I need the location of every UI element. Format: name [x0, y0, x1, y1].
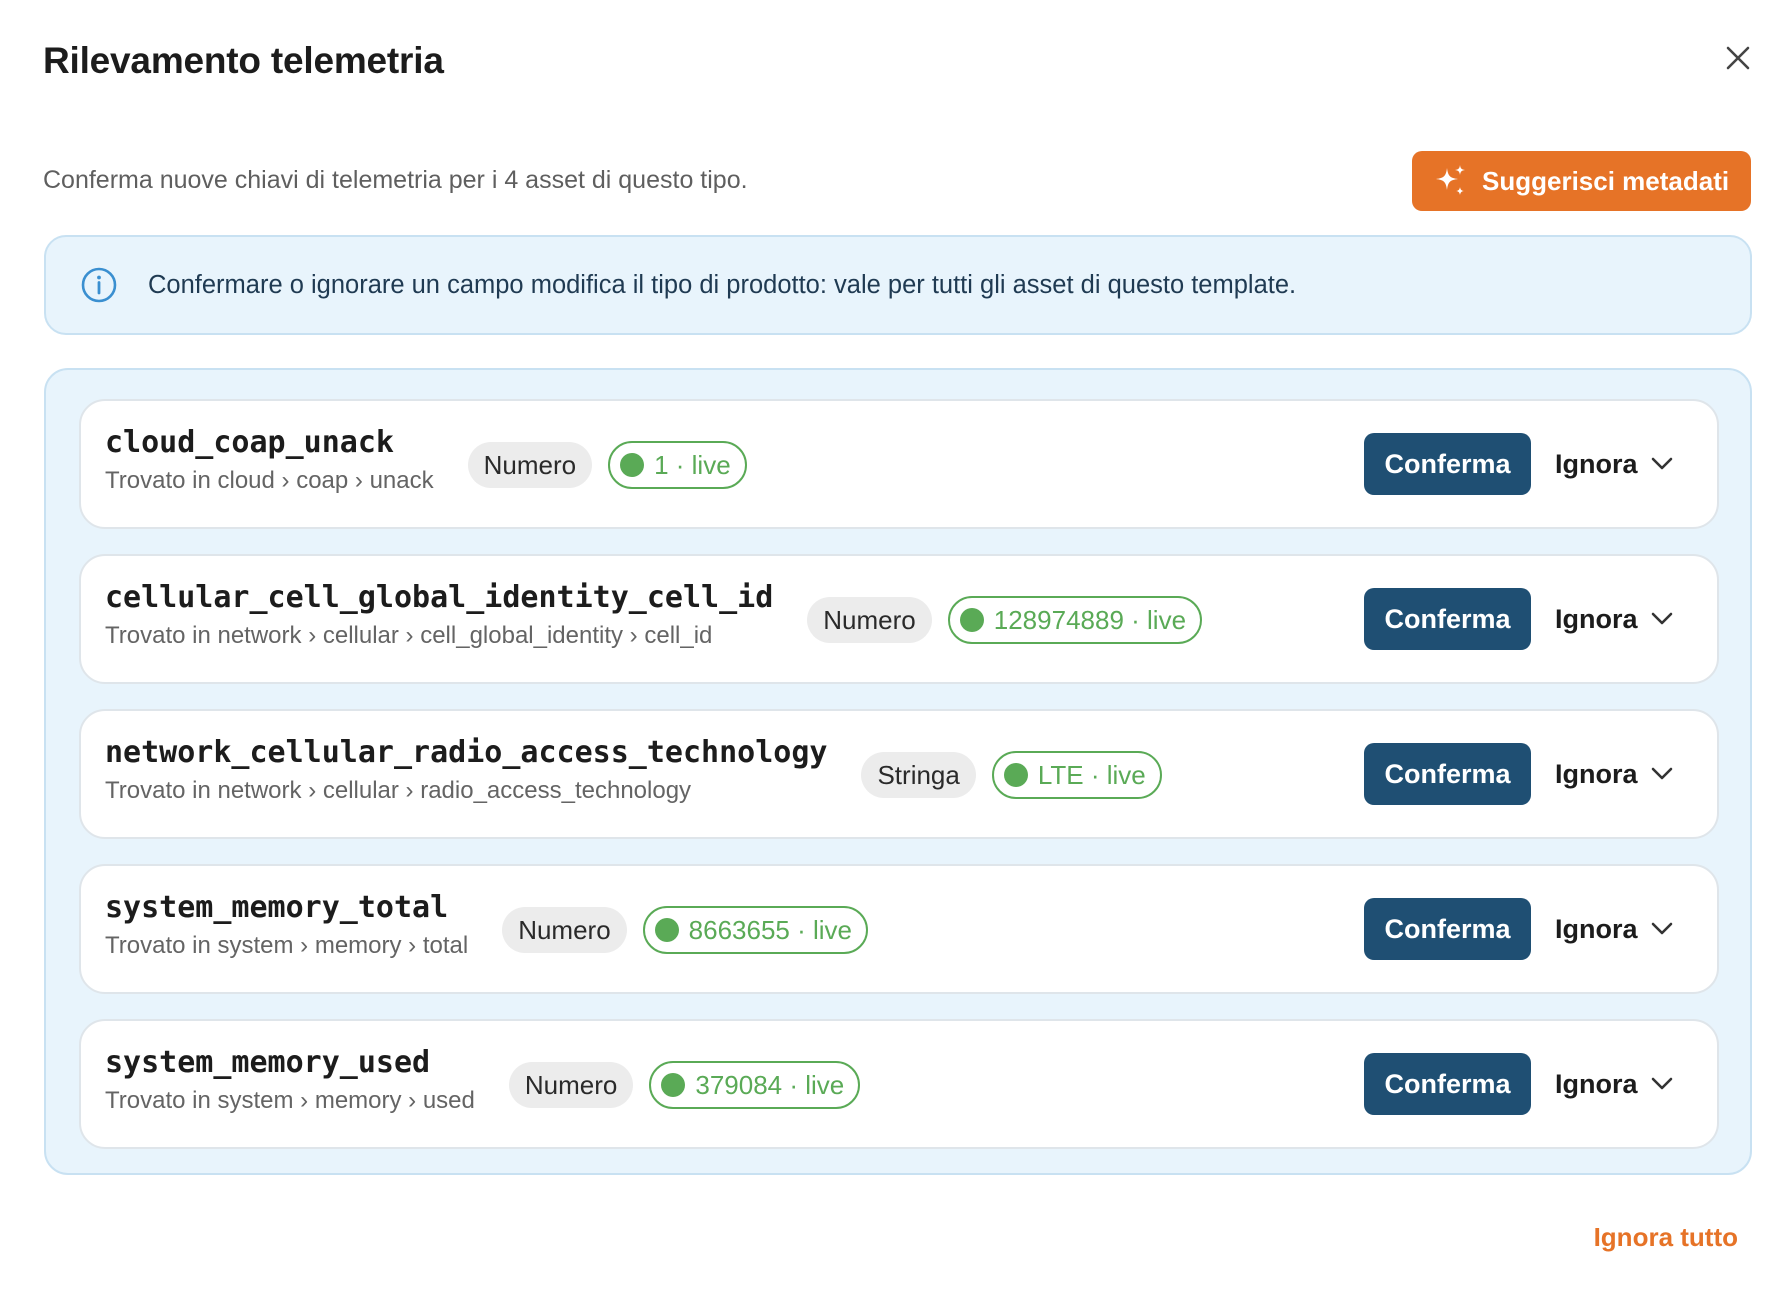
chevron-down-icon [1651, 1077, 1673, 1090]
live-value: 128974889 · live [993, 604, 1187, 635]
dialog-subtitle: Conferma nuove chiavi di telemetria per … [43, 166, 748, 194]
telemetry-key-name: system_memory_total [105, 890, 449, 925]
type-badge: Numero [502, 907, 627, 953]
type-badge: Numero [467, 442, 593, 488]
telemetry-key-name: network_cellular_radio_access_technology [105, 735, 828, 770]
expand-button[interactable] [1639, 596, 1685, 642]
expand-button[interactable] [1639, 751, 1685, 797]
type-badge: Numero [807, 597, 932, 643]
live-value: 8663655 · live [688, 914, 853, 945]
live-status-dot [620, 453, 645, 477]
ignore-all-button[interactable]: Ignora tutto [1594, 1222, 1738, 1253]
ignore-button[interactable]: Ignora [1555, 588, 1638, 650]
live-value-badge: 8663655 · live [642, 906, 869, 954]
chevron-down-icon [1651, 612, 1673, 625]
close-button[interactable] [1716, 36, 1760, 80]
telemetry-key-list: cloud_coap_unack Trovato in cloud › coap… [44, 368, 1752, 1175]
type-badge: Numero [508, 1062, 634, 1108]
confirm-button[interactable]: Conferma [1364, 588, 1531, 650]
chevron-down-icon [1651, 457, 1673, 470]
telemetry-key-path: Trovato in system › memory › used [105, 1087, 475, 1114]
suggest-metadata-label: Suggerisci metadati [1482, 165, 1730, 196]
chevron-down-icon [1651, 922, 1673, 935]
live-value-badge: 1 · live [608, 441, 747, 489]
live-status-dot [1003, 763, 1028, 787]
info-text: Confermare o ignorare un campo modifica … [148, 270, 1297, 299]
ignore-button[interactable]: Ignora [1555, 898, 1638, 960]
live-value: 379084 · live [695, 1069, 845, 1100]
info-icon [81, 267, 117, 303]
telemetry-key-name: system_memory_used [105, 1045, 431, 1080]
live-value: LTE · live [1037, 759, 1146, 790]
confirm-button[interactable]: Conferma [1364, 743, 1531, 805]
live-status-dot [661, 1073, 686, 1097]
telemetry-key-path: Trovato in network › cellular › radio_ac… [105, 777, 692, 804]
info-banner: Confermare o ignorare un campo modifica … [44, 235, 1752, 335]
live-value-badge: 128974889 · live [947, 596, 1203, 644]
list-item: cloud_coap_unack Trovato in cloud › coap… [79, 399, 1719, 529]
confirm-button[interactable]: Conferma [1364, 898, 1531, 960]
live-status-dot [959, 608, 984, 632]
telemetry-key-path: Trovato in network › cellular › cell_glo… [105, 622, 713, 649]
sparkles-icon [1436, 165, 1465, 195]
close-icon [1726, 46, 1750, 70]
list-item: cellular_cell_global_identity_cell_id Tr… [79, 554, 1719, 684]
live-value-badge: 379084 · live [649, 1061, 861, 1109]
live-value-badge: LTE · live [991, 751, 1162, 799]
ignore-button[interactable]: Ignora [1555, 433, 1638, 495]
telemetry-key-name: cellular_cell_global_identity_cell_id [105, 580, 774, 615]
expand-button[interactable] [1639, 1061, 1685, 1107]
type-badge: Stringa [861, 752, 976, 798]
suggest-metadata-button[interactable]: Suggerisci metadati [1412, 151, 1751, 211]
confirm-button[interactable]: Conferma [1364, 1053, 1531, 1115]
live-status-dot [654, 918, 679, 942]
expand-button[interactable] [1639, 441, 1685, 487]
live-value: 1 · live [654, 449, 731, 480]
dialog-title: Rilevamento telemetria [43, 40, 444, 81]
ignore-button[interactable]: Ignora [1555, 1053, 1638, 1115]
telemetry-key-path: Trovato in cloud › coap › unack [105, 467, 434, 494]
list-item: system_memory_used Trovato in system › m… [79, 1019, 1719, 1149]
chevron-down-icon [1651, 767, 1673, 780]
telemetry-key-path: Trovato in system › memory › total [105, 932, 469, 959]
confirm-button[interactable]: Conferma [1364, 433, 1531, 495]
expand-button[interactable] [1639, 906, 1685, 952]
list-item: system_memory_total Trovato in system › … [79, 864, 1719, 994]
telemetry-key-name: cloud_coap_unack [105, 425, 394, 460]
ignore-button[interactable]: Ignora [1555, 743, 1638, 805]
list-item: network_cellular_radio_access_technology… [79, 709, 1719, 839]
